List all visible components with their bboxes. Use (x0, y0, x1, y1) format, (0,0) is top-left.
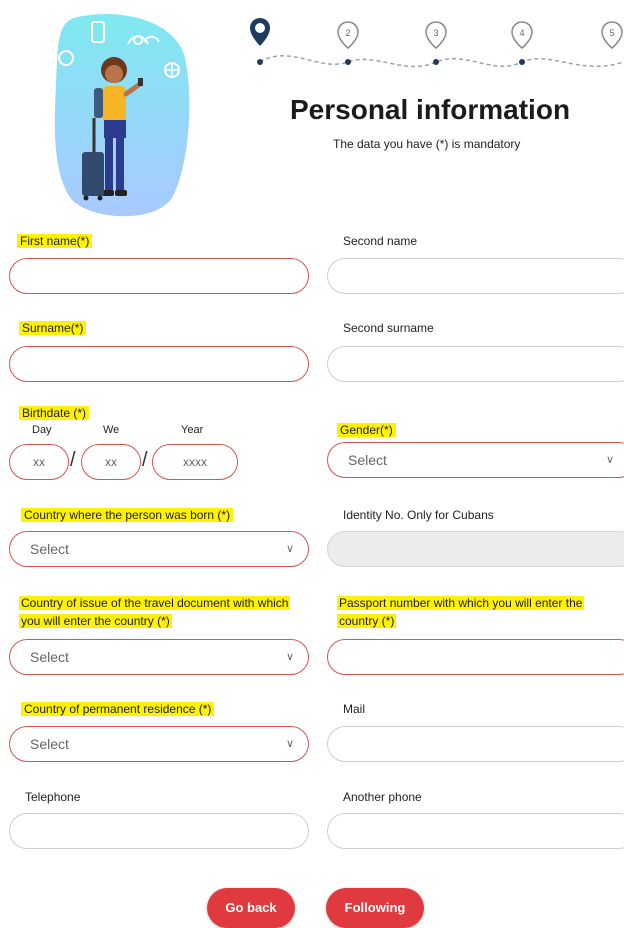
birthdate-day-input[interactable] (9, 444, 69, 480)
chevron-down-icon: ∨ (605, 454, 614, 466)
gender-label: Gender(*) (337, 422, 396, 439)
birthdate-label: Birthdate (*) (19, 405, 90, 422)
traveler-illustration (54, 14, 190, 217)
issue-country-select-value: Select (30, 649, 69, 665)
second-name-label: Second name (343, 234, 418, 248)
gender-select[interactable]: Select ∨ (327, 442, 624, 478)
step-2-marker: 2 (337, 21, 359, 65)
birthdate-year-input[interactable] (152, 444, 238, 480)
go-back-button[interactable]: Go back (207, 888, 295, 928)
telephone-input[interactable] (9, 813, 309, 849)
another-phone-label: Another phone (343, 790, 422, 804)
surname-label: Surname(*) (19, 320, 87, 337)
date-separator: / (142, 449, 148, 471)
chevron-down-icon: ∨ (285, 651, 294, 663)
step-2-number: 2 (345, 28, 350, 38)
step-4-number: 4 (519, 28, 524, 38)
step-3-marker: 3 (425, 21, 447, 65)
identity-no-label: Identity No. Only for Cubans (343, 508, 494, 522)
step-5-number: 5 (609, 28, 614, 38)
step-4-marker: 4 (511, 21, 533, 65)
another-phone-input[interactable] (327, 813, 624, 849)
following-button[interactable]: Following (326, 888, 424, 928)
birthdate-month-label: We (103, 424, 120, 436)
gender-select-value: Select (348, 452, 387, 468)
passport-input[interactable] (327, 639, 624, 675)
chevron-down-icon: ∨ (285, 738, 294, 750)
surname-input[interactable] (9, 346, 309, 382)
date-separator: / (70, 449, 76, 471)
second-name-input[interactable] (327, 258, 624, 294)
birth-country-select-value: Select (30, 541, 69, 557)
passport-label: Passport number with which you will ente… (337, 596, 585, 628)
page-title: Personal information (290, 94, 571, 125)
birthdate-month-input[interactable] (81, 444, 141, 480)
residence-country-select-value: Select (30, 736, 69, 752)
issue-country-select[interactable]: Select ∨ (9, 639, 309, 675)
birthdate-day-label: Day (32, 424, 52, 436)
step-5-marker: 5 (601, 21, 623, 49)
first-name-label: First name(*) (17, 233, 93, 250)
step-3-number: 3 (433, 28, 438, 38)
birthdate-year-label: Year (181, 424, 204, 436)
identity-no-input[interactable] (327, 531, 624, 567)
progress-stepper: 2 3 4 5 (250, 18, 624, 68)
first-name-input[interactable] (9, 258, 309, 294)
birth-country-select[interactable]: Select ∨ (9, 531, 309, 567)
residence-country-label: Country of permanent residence (*) (21, 701, 215, 718)
page-subtitle: The data you have (*) is mandatory (333, 137, 521, 151)
chevron-down-icon: ∨ (285, 543, 294, 555)
second-surname-label: Second surname (343, 321, 434, 335)
telephone-label: Telephone (25, 790, 81, 804)
mail-input[interactable] (327, 726, 624, 762)
residence-country-select[interactable]: Select ∨ (9, 726, 309, 762)
issue-country-label: Country of issue of the travel document … (19, 596, 291, 628)
birth-country-label: Country where the person was born (*) (21, 507, 234, 524)
second-surname-input[interactable] (327, 346, 624, 382)
mail-label: Mail (343, 702, 366, 716)
